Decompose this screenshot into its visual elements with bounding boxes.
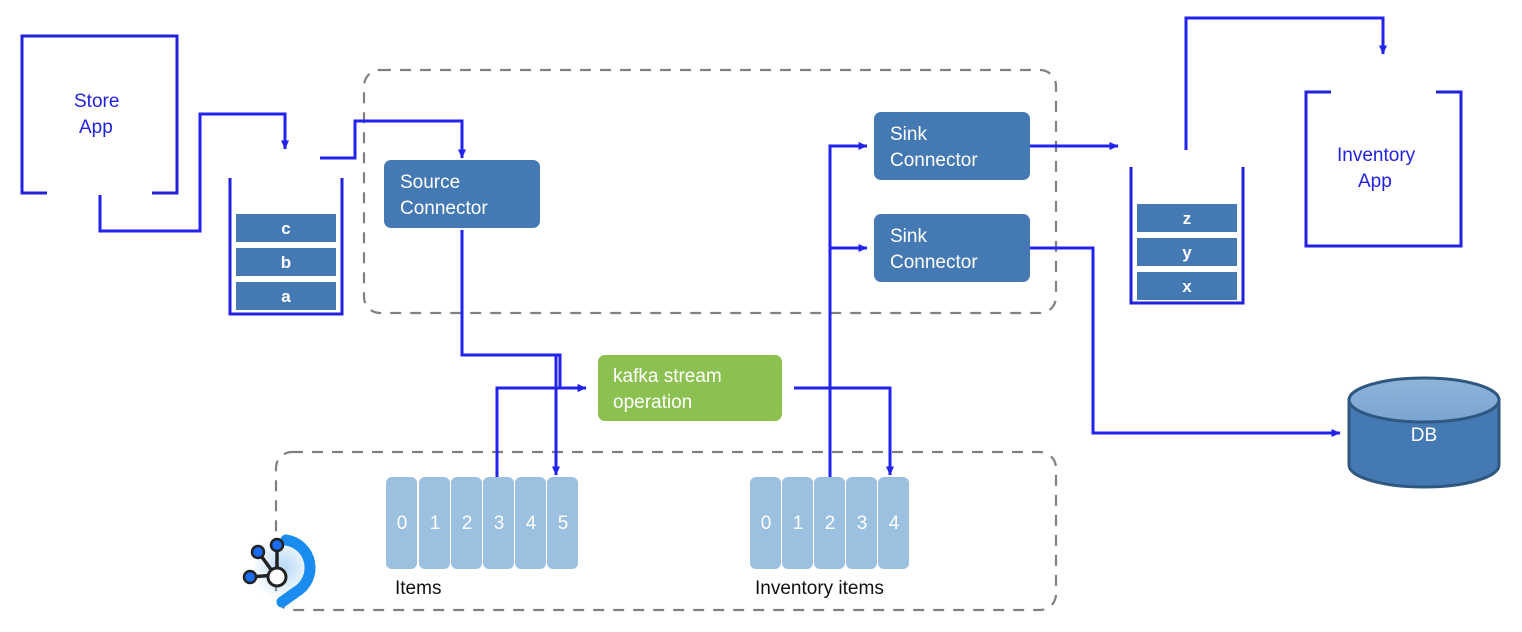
database-label: DB (1411, 425, 1437, 446)
inventory-items-array-caption: Inventory items (755, 578, 884, 599)
kafka-stream-operation-node[interactable]: kafka stream operation (598, 355, 782, 421)
store-app-box[interactable] (20, 34, 179, 195)
kafka-stream-label-line2: operation (613, 392, 692, 413)
source-connector-label-line1: Source (400, 172, 460, 193)
edge-items-to-kafka-stream (495, 384, 587, 480)
sink-connector-top-label-line2: Connector (890, 150, 978, 171)
edge-kafka-stream-to-inventory-items (794, 386, 894, 476)
array-cell-label: 4 (526, 513, 537, 534)
source-connector-node[interactable]: Source Connector (384, 160, 540, 228)
sink-connector-bottom-label-line1: Sink (890, 226, 927, 247)
inventory-app-label-line1: Inventory (1337, 145, 1416, 166)
edge-source-connector-to-kafka-stream (460, 230, 587, 392)
store-app-label-line2: App (79, 117, 113, 138)
kafka-logo-icon (242, 534, 316, 608)
store-app-label-line1: Store (74, 91, 119, 112)
inventory-items-array: 0 1 2 3 4 Inventory items (750, 477, 909, 599)
sink-connector-top-node[interactable]: Sink Connector (874, 112, 1030, 180)
source-queue-cells: c b a (236, 214, 336, 310)
edge-sink-queue-to-inventory-app (1184, 16, 1387, 150)
queue-cell-label: b (281, 253, 291, 272)
edge-queue-to-source-connector (320, 119, 466, 160)
sink-connector-top-label-line1: Sink (890, 124, 927, 145)
items-array: 0 1 2 3 4 5 Items (386, 477, 578, 599)
array-cell-label: 5 (558, 513, 569, 534)
queue-cell-label: a (281, 287, 291, 306)
array-cell-label: 2 (462, 513, 473, 534)
array-cell-label: 3 (494, 513, 505, 534)
array-cell-label: 1 (793, 513, 804, 534)
array-cell-label: 0 (761, 513, 772, 534)
inventory-app-label: Inventory App (1337, 145, 1416, 192)
queue-cell-label: y (1182, 243, 1192, 262)
array-cell-label: 4 (889, 513, 900, 534)
store-app-label: Store App (74, 91, 119, 138)
diagram-canvas: c b a z y x Source Connector Sink Connec… (0, 0, 1522, 632)
array-cell-label: 0 (397, 513, 408, 534)
queue-cell-label: z (1183, 209, 1192, 228)
array-cell-label: 2 (825, 513, 836, 534)
sink-connector-bottom-node[interactable]: Sink Connector (874, 214, 1030, 282)
sink-queue-cells: z y x (1137, 204, 1237, 300)
queue-cell-label: c (281, 219, 290, 238)
edge-storeapp-to-queue (98, 112, 289, 233)
database-cylinder[interactable]: DB (1347, 376, 1501, 489)
source-connector-label-line2: Connector (400, 198, 488, 219)
kafka-stream-label-line1: kafka stream (613, 366, 722, 387)
array-cell-label: 1 (430, 513, 441, 534)
queue-cell-label: x (1182, 277, 1192, 296)
items-array-caption: Items (395, 578, 441, 599)
inventory-app-box[interactable] (1304, 90, 1463, 248)
sink-connector-bottom-label-line2: Connector (890, 252, 978, 273)
inventory-app-label-line2: App (1358, 171, 1392, 192)
array-cell-label: 3 (857, 513, 868, 534)
diagram-svg: c b a z y x Source Connector Sink Connec… (20, 16, 1501, 612)
